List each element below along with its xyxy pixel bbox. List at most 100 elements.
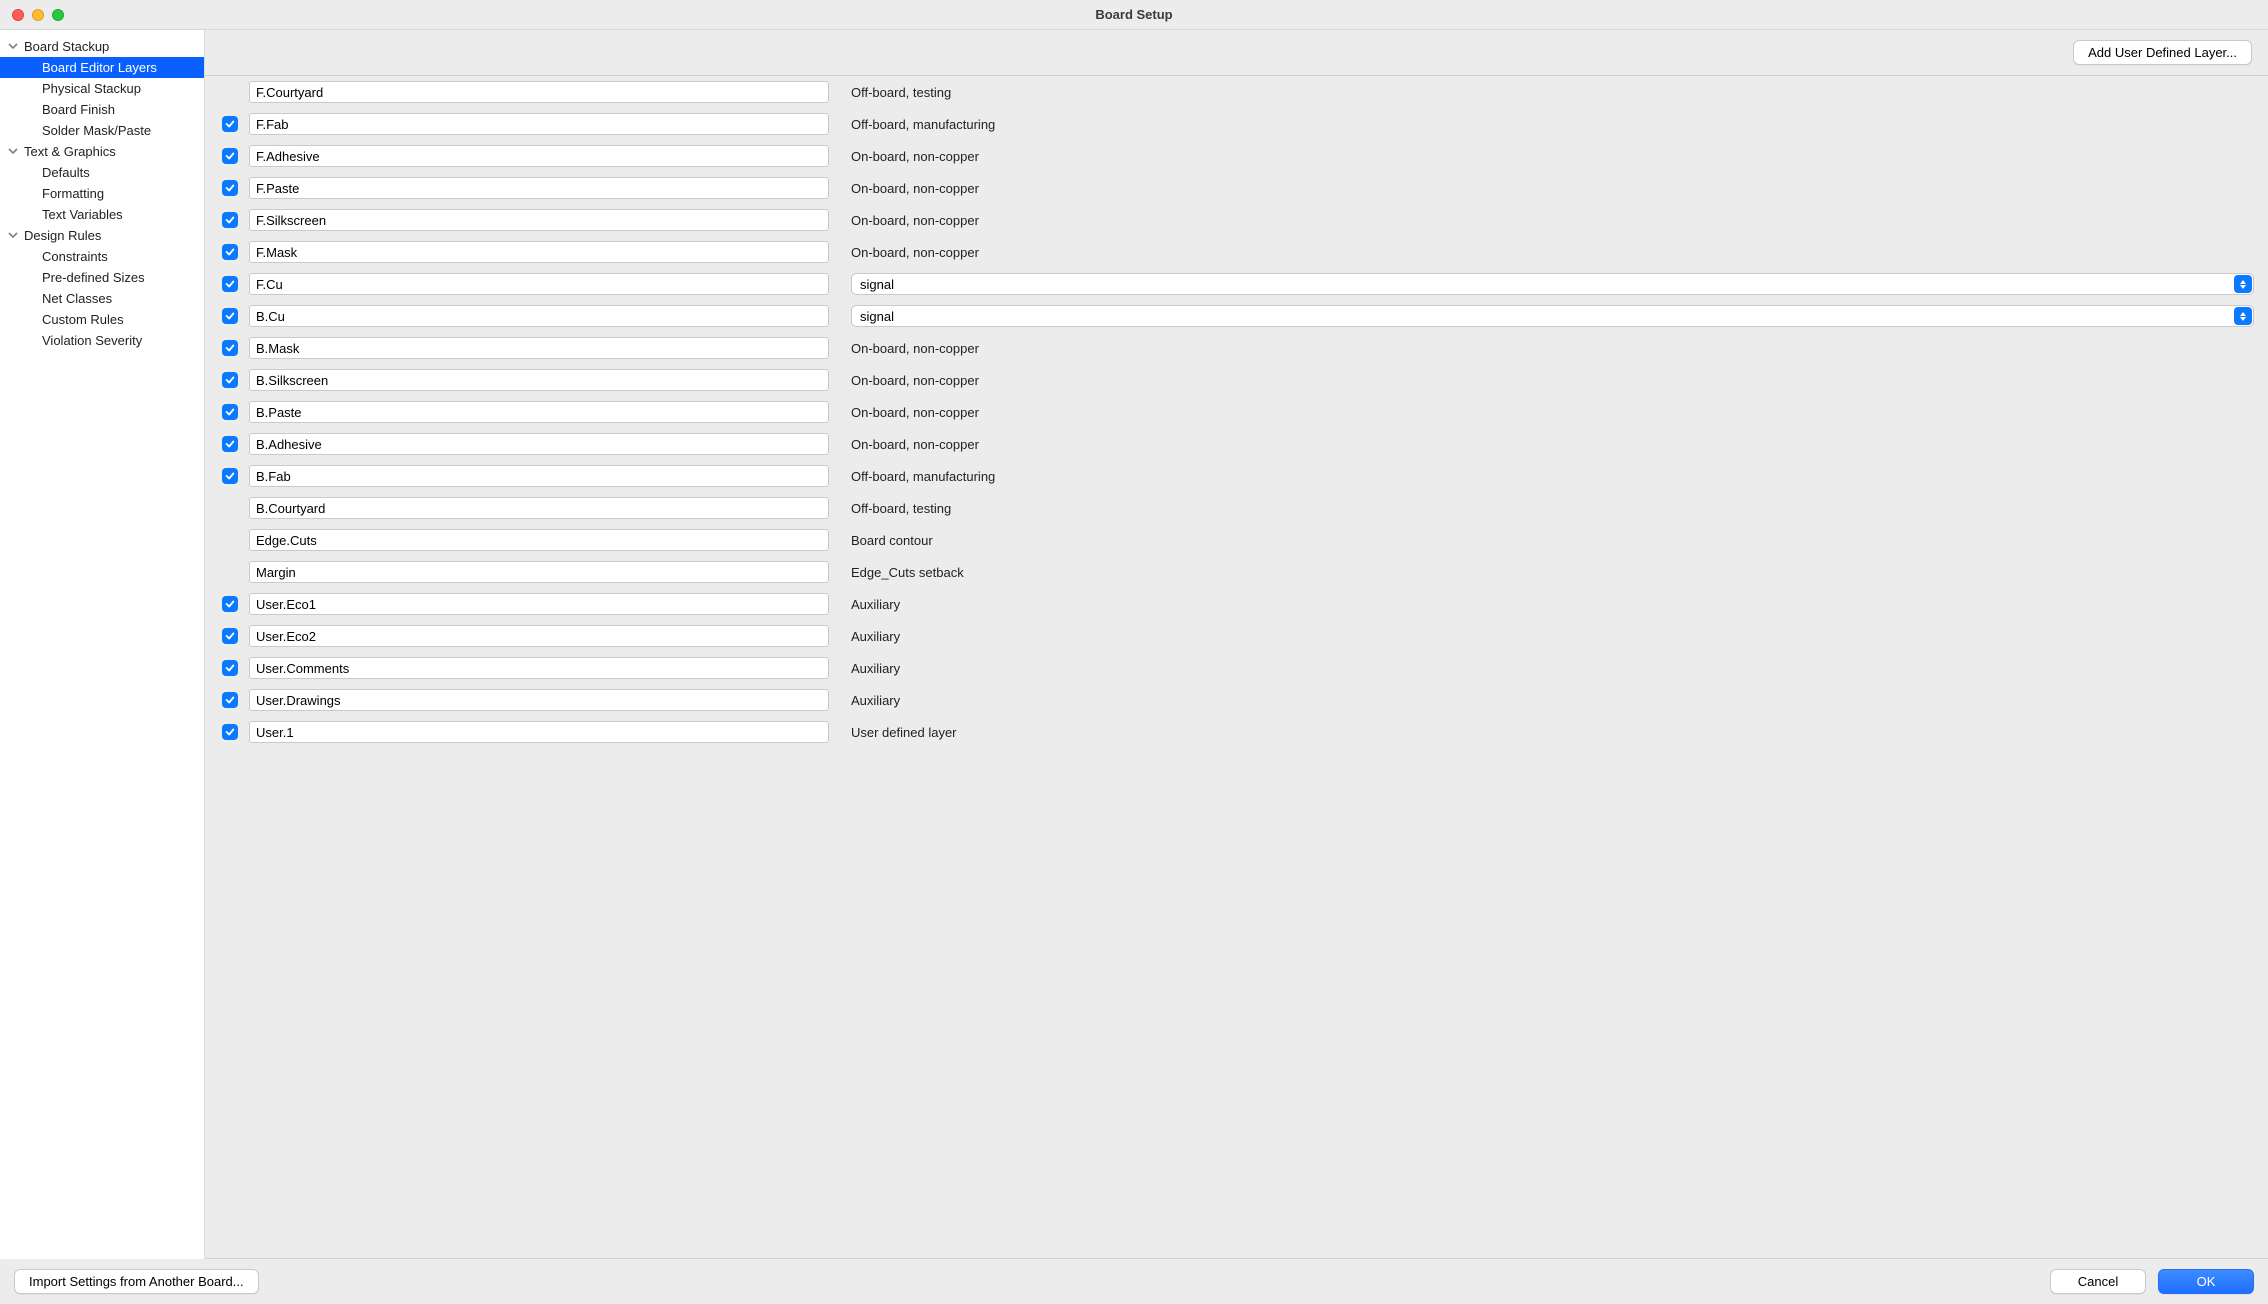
sidebar-item[interactable]: Text Variables	[0, 204, 204, 225]
layer-name-input[interactable]	[249, 689, 829, 711]
sidebar-item[interactable]: Custom Rules	[0, 309, 204, 330]
tree-group-header[interactable]: Board Stackup	[0, 36, 204, 57]
layer-enable-checkbox[interactable]	[222, 340, 238, 356]
layer-description: Off-board, manufacturing	[837, 469, 2254, 484]
layer-enable-checkbox[interactable]	[222, 116, 238, 132]
layer-name-input[interactable]	[249, 337, 829, 359]
layer-description: On-board, non-copper	[837, 437, 2254, 452]
layer-name-input[interactable]	[249, 465, 829, 487]
layer-row: Auxiliary	[205, 620, 2268, 652]
layer-name-input[interactable]	[249, 433, 829, 455]
layer-name-input[interactable]	[249, 401, 829, 423]
layer-name-input[interactable]	[249, 561, 829, 583]
sidebar-item[interactable]: Pre-defined Sizes	[0, 267, 204, 288]
sidebar-item[interactable]: Board Finish	[0, 99, 204, 120]
layer-type-select[interactable]: signal	[851, 273, 2254, 295]
layer-row: On-board, non-copper	[205, 396, 2268, 428]
tree-group-label: Design Rules	[24, 228, 101, 243]
sidebar-item[interactable]: Constraints	[0, 246, 204, 267]
layer-name-input[interactable]	[249, 497, 829, 519]
layer-name-input[interactable]	[249, 625, 829, 647]
pane-header: Add User Defined Layer...	[205, 30, 2268, 75]
layer-description: Auxiliary	[837, 693, 2254, 708]
layer-row: On-board, non-copper	[205, 172, 2268, 204]
layer-description: Auxiliary	[837, 661, 2254, 676]
layer-enable-checkbox[interactable]	[222, 180, 238, 196]
footer: Import Settings from Another Board... Ca…	[0, 1259, 2268, 1304]
layer-row: Off-board, manufacturing	[205, 460, 2268, 492]
tree-group-header[interactable]: Design Rules	[0, 225, 204, 246]
layer-row: Off-board, testing	[205, 492, 2268, 524]
layer-name-input[interactable]	[249, 81, 829, 103]
layer-description: User defined layer	[837, 725, 2254, 740]
layer-name-input[interactable]	[249, 273, 829, 295]
layer-enable-checkbox[interactable]	[222, 724, 238, 740]
sidebar-item[interactable]: Board Editor Layers	[0, 57, 204, 78]
layer-description: On-board, non-copper	[837, 341, 2254, 356]
layer-description: On-board, non-copper	[837, 405, 2254, 420]
chevron-down-icon	[6, 144, 20, 159]
layer-name-input[interactable]	[249, 529, 829, 551]
sidebar-item[interactable]: Solder Mask/Paste	[0, 120, 204, 141]
ok-button[interactable]: OK	[2158, 1269, 2254, 1294]
layer-description: Auxiliary	[837, 597, 2254, 612]
titlebar: Board Setup	[0, 0, 2268, 30]
close-icon[interactable]	[12, 9, 24, 21]
layer-description: On-board, non-copper	[837, 373, 2254, 388]
layer-enable-checkbox[interactable]	[222, 212, 238, 228]
layer-enable-checkbox[interactable]	[222, 436, 238, 452]
minimize-icon[interactable]	[32, 9, 44, 21]
layer-row: Auxiliary	[205, 684, 2268, 716]
import-settings-button[interactable]: Import Settings from Another Board...	[14, 1269, 259, 1294]
add-user-defined-layer-button[interactable]: Add User Defined Layer...	[2073, 40, 2252, 65]
layer-description: On-board, non-copper	[837, 245, 2254, 260]
layer-enable-checkbox[interactable]	[222, 628, 238, 644]
layer-enable-checkbox[interactable]	[222, 276, 238, 292]
layer-row: On-board, non-copper	[205, 364, 2268, 396]
tree-group-label: Board Stackup	[24, 39, 109, 54]
layer-enable-checkbox[interactable]	[222, 404, 238, 420]
traffic-lights	[12, 9, 64, 21]
layer-description: Off-board, testing	[837, 501, 2254, 516]
layer-row: On-board, non-copper	[205, 236, 2268, 268]
layer-row: signal	[205, 300, 2268, 332]
layer-row: signal	[205, 268, 2268, 300]
sidebar-item[interactable]: Physical Stackup	[0, 78, 204, 99]
tree-group-header[interactable]: Text & Graphics	[0, 141, 204, 162]
layer-name-input[interactable]	[249, 241, 829, 263]
sidebar: Board Stackup Board Editor LayersPhysical…	[0, 30, 205, 1259]
sidebar-item[interactable]: Violation Severity	[0, 330, 204, 351]
layer-row: User defined layer	[205, 716, 2268, 748]
layer-name-input[interactable]	[249, 177, 829, 199]
layer-name-input[interactable]	[249, 657, 829, 679]
layer-enable-checkbox[interactable]	[222, 148, 238, 164]
layer-enable-checkbox[interactable]	[222, 660, 238, 676]
layer-description: On-board, non-copper	[837, 213, 2254, 228]
cancel-button[interactable]: Cancel	[2050, 1269, 2146, 1294]
layer-description: On-board, non-copper	[837, 181, 2254, 196]
layer-row: On-board, non-copper	[205, 140, 2268, 172]
layer-row: Edge_Cuts setback	[205, 556, 2268, 588]
layer-name-input[interactable]	[249, 593, 829, 615]
layer-description: On-board, non-copper	[837, 149, 2254, 164]
layer-enable-checkbox[interactable]	[222, 308, 238, 324]
layer-description: Off-board, manufacturing	[837, 117, 2254, 132]
sidebar-item[interactable]: Formatting	[0, 183, 204, 204]
layer-name-input[interactable]	[249, 305, 829, 327]
layer-name-input[interactable]	[249, 209, 829, 231]
layer-name-input[interactable]	[249, 145, 829, 167]
layer-name-input[interactable]	[249, 113, 829, 135]
layer-enable-checkbox[interactable]	[222, 372, 238, 388]
layer-description: Auxiliary	[837, 629, 2254, 644]
sidebar-item[interactable]: Defaults	[0, 162, 204, 183]
maximize-icon[interactable]	[52, 9, 64, 21]
layer-enable-checkbox[interactable]	[222, 244, 238, 260]
layer-type-select[interactable]: signal	[851, 305, 2254, 327]
layer-name-input[interactable]	[249, 721, 829, 743]
sidebar-item[interactable]: Net Classes	[0, 288, 204, 309]
layer-enable-checkbox[interactable]	[222, 596, 238, 612]
layer-enable-checkbox[interactable]	[222, 692, 238, 708]
layer-enable-checkbox[interactable]	[222, 468, 238, 484]
layer-row: On-board, non-copper	[205, 428, 2268, 460]
layer-name-input[interactable]	[249, 369, 829, 391]
